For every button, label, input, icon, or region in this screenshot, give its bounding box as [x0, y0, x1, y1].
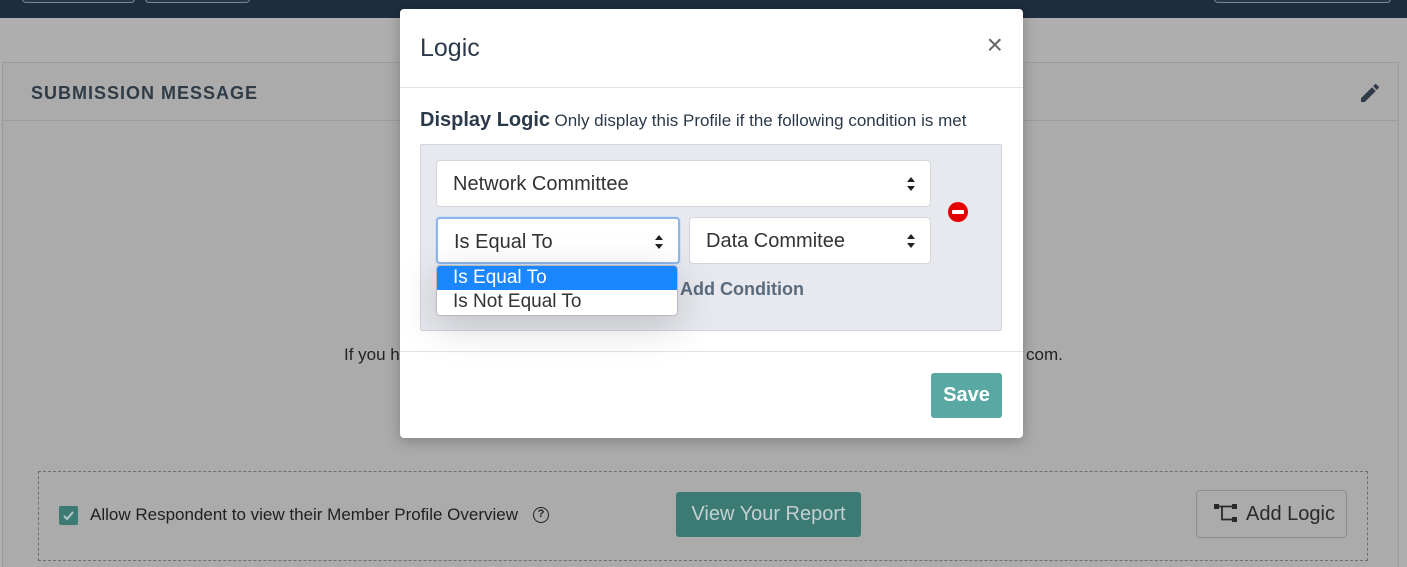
modal-footer: Save: [400, 351, 1023, 438]
view-report-button[interactable]: View Your Report: [676, 492, 861, 537]
select-caret-icon: [655, 235, 663, 249]
modal-header: Logic ×: [400, 9, 1023, 88]
report-options-box: Allow Respondent to view their Member Pr…: [38, 471, 1368, 561]
close-icon[interactable]: ×: [987, 31, 1003, 59]
remove-condition-icon[interactable]: [948, 202, 968, 222]
operator-dropdown-list: Is Equal To Is Not Equal To: [436, 265, 678, 316]
logic-branch-icon: [1214, 504, 1237, 522]
operator-option[interactable]: Is Equal To: [437, 266, 677, 290]
display-logic-hint: Only display this Profile if the followi…: [554, 111, 967, 130]
save-button[interactable]: Save: [931, 373, 1002, 418]
condition-operator-select[interactable]: Is Equal To: [436, 217, 680, 264]
display-logic-title: Display Logic: [420, 109, 551, 131]
allow-view-checkbox[interactable]: [59, 506, 78, 525]
allow-view-label: Allow Respondent to view their Member Pr…: [90, 505, 519, 524]
add-logic-button[interactable]: Add Logic: [1196, 490, 1347, 538]
condition-operator-value: Is Equal To: [454, 231, 553, 253]
submission-message-text: If you h: [344, 345, 400, 364]
condition-value-select[interactable]: Data Commitee: [689, 217, 931, 264]
logic-modal: Logic × Display Logic Only display this …: [400, 9, 1023, 438]
add-logic-label: Add Logic: [1246, 503, 1335, 525]
card-title: SUBMISSION MESSAGE: [31, 83, 259, 103]
operator-option[interactable]: Is Not Equal To: [437, 290, 677, 314]
display-logic-heading: Display Logic Only display this Profile …: [420, 109, 966, 132]
edit-icon[interactable]: [1358, 81, 1382, 105]
help-icon[interactable]: ?: [533, 507, 549, 523]
condition-field-select[interactable]: Network Committee: [436, 160, 931, 207]
select-caret-icon: [907, 234, 915, 248]
submission-message-text-end: com.: [1026, 345, 1063, 364]
top-bar-button[interactable]: [145, 0, 250, 3]
checkbox-check-icon: [63, 511, 74, 521]
modal-title: Logic: [420, 34, 480, 62]
top-bar-button[interactable]: [22, 0, 135, 3]
condition-field-value: Network Committee: [453, 173, 629, 195]
top-bar-button[interactable]: [1214, 0, 1391, 3]
add-condition-link[interactable]: Add Condition: [680, 279, 804, 300]
select-caret-icon: [907, 177, 915, 191]
condition-target-value: Data Commitee: [706, 230, 845, 252]
